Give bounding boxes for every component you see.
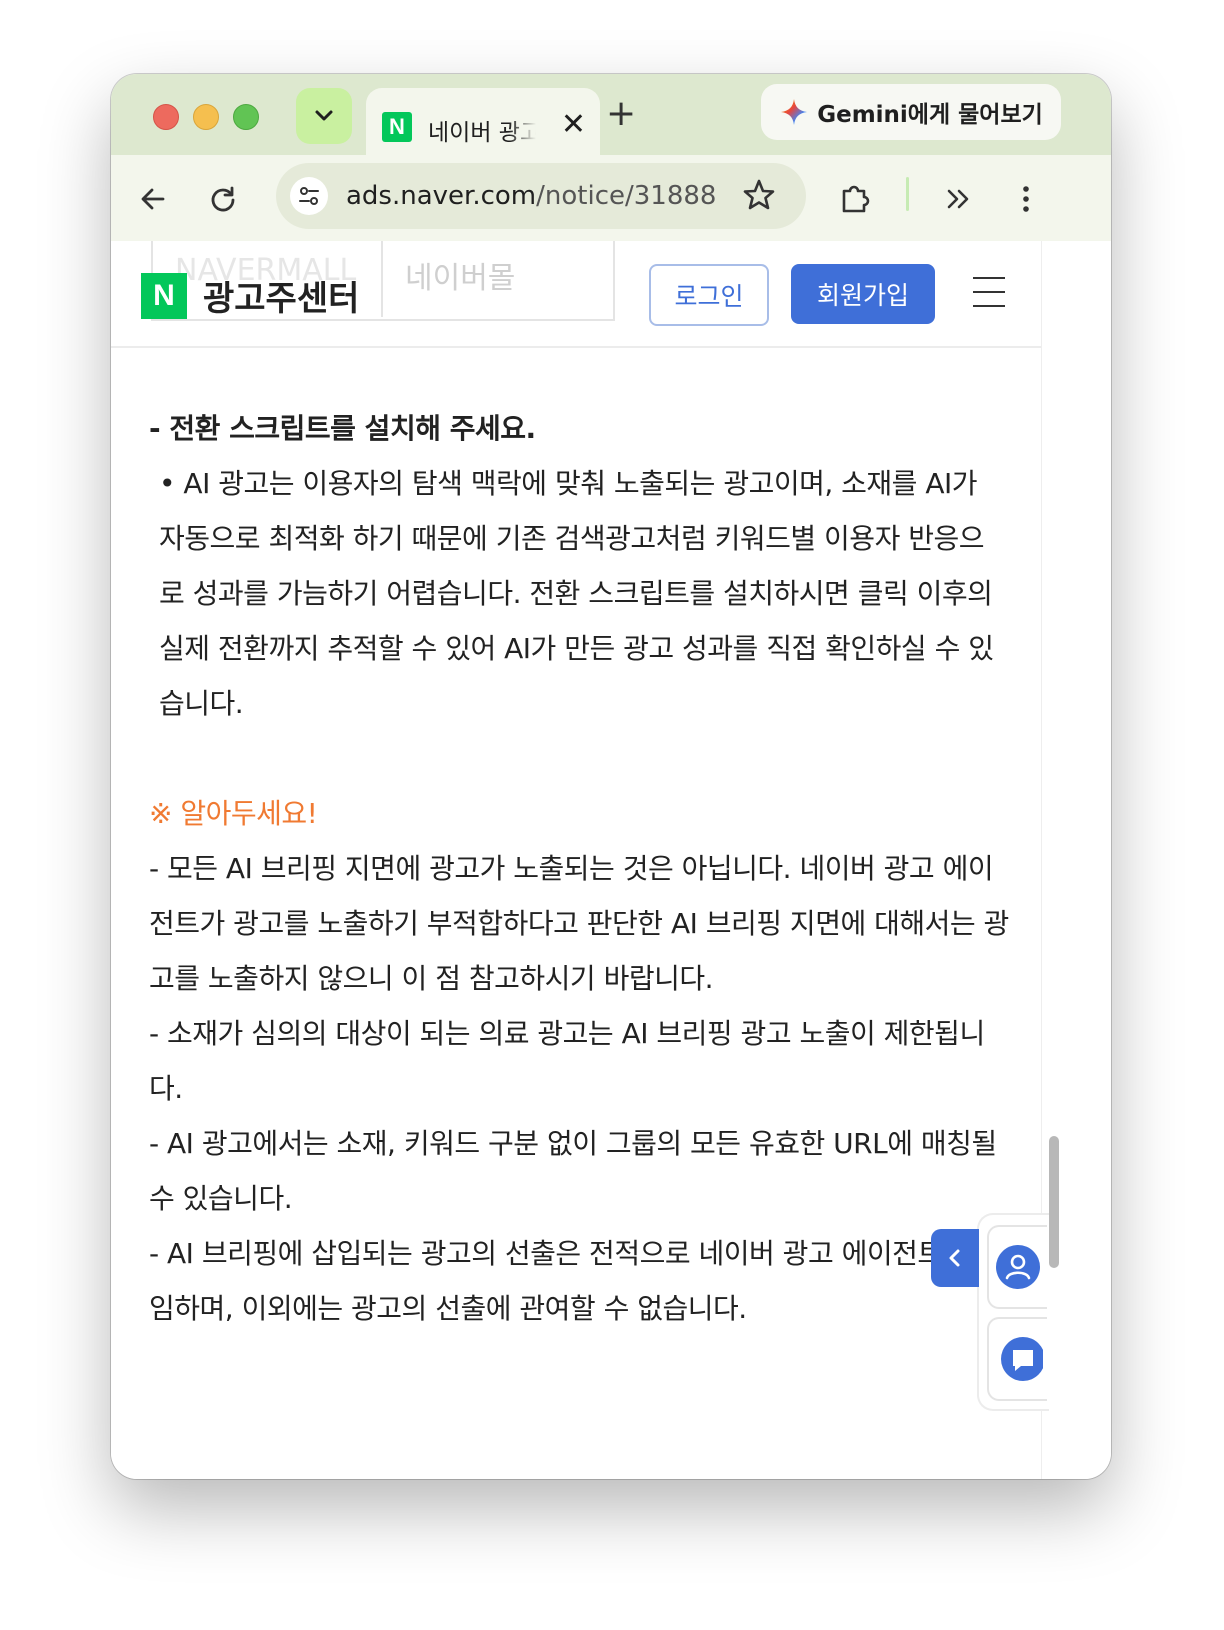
browser-window: N 네이버 광고 ✕ + Gemini에게 물어보기 ads.naver.com… (111, 74, 1111, 1479)
close-tab-icon[interactable]: ✕ (561, 110, 586, 140)
back-button[interactable] (131, 177, 175, 221)
gemini-button[interactable]: Gemini에게 물어보기 (761, 84, 1061, 140)
minimize-window-button[interactable] (193, 104, 219, 130)
page-viewport: NAVERMALL 네이버몰 N 광고주센터 로그인 회원가입 - 전환 스크립… (111, 241, 1111, 1479)
tab-search-button[interactable] (296, 88, 352, 144)
kebab-menu-icon (1023, 186, 1029, 212)
browser-toolbar: ads.naver.com/notice/31888 (111, 155, 1111, 242)
puzzle-icon (842, 185, 870, 213)
address-bar[interactable]: ads.naver.com/notice/31888 (276, 163, 806, 229)
arrow-left-icon (141, 188, 165, 210)
hamburger-menu-icon[interactable] (973, 277, 1005, 309)
floating-side-panel (977, 1213, 1049, 1411)
url-text: ads.naver.com/notice/31888 (346, 181, 716, 211)
note-item: - 소재가 심의의 대상이 되는 의료 광고는 AI 브리핑 광고 노출이 제한… (149, 1017, 985, 1105)
tab-title: 네이버 광고 (428, 120, 536, 146)
tab-strip: N 네이버 광고 ✕ + Gemini에게 물어보기 (111, 74, 1111, 156)
collapse-panel-button[interactable] (931, 1229, 979, 1287)
notice-title: ※ 알아두세요! (149, 797, 318, 830)
reload-button[interactable] (201, 177, 245, 221)
chevron-left-icon (949, 1249, 960, 1267)
site-settings-icon[interactable] (290, 177, 328, 215)
double-chevron-right-icon (947, 189, 969, 209)
section-heading: - 전환 스크립트를 설치해 주세요. (149, 412, 536, 445)
signup-button[interactable]: 회원가입 (791, 264, 935, 324)
new-tab-button[interactable]: + (606, 94, 636, 134)
more-tools-button[interactable] (936, 177, 980, 221)
note-item: - AI 브리핑에 삽입되는 광고의 선출은 전적으로 네이버 광고 에이전트가… (149, 1237, 1002, 1325)
site-title[interactable]: 광고주센터 (203, 271, 359, 320)
note-item: - 모든 AI 브리핑 지면에 광고가 노출되는 것은 아닙니다. 네이버 광고… (149, 852, 1009, 995)
gemini-sparkle-icon (781, 99, 808, 125)
gemini-label: Gemini에게 물어보기 (817, 102, 1043, 128)
login-button[interactable]: 로그인 (649, 264, 769, 326)
bookmark-star-icon[interactable] (741, 177, 777, 217)
reload-icon (211, 186, 235, 212)
user-icon (996, 1245, 1040, 1289)
tab-active[interactable]: N 네이버 광고 ✕ (366, 88, 600, 156)
naver-favicon-icon: N (382, 112, 412, 142)
url-path: /notice/31888 (536, 181, 717, 211)
scrollbar-thumb[interactable] (1049, 1136, 1059, 1268)
toolbar-divider (906, 177, 909, 211)
close-window-button[interactable] (153, 104, 179, 130)
menu-button[interactable] (1004, 177, 1048, 221)
notice-body: - 전환 스크립트를 설치해 주세요. • AI 광고는 이용자의 탐색 맥락에… (149, 401, 1009, 1336)
bullet-paragraph: • AI 광고는 이용자의 탐색 맥락에 맞춰 노출되는 광고이며, 소재를 A… (159, 467, 994, 720)
url-host: ads.naver.com (346, 181, 537, 211)
zoom-window-button[interactable] (233, 104, 259, 130)
note-item: - AI 광고에서는 소재, 키워드 구분 없이 그룹의 모든 유효한 URL에… (149, 1127, 997, 1215)
chevron-down-icon (315, 110, 333, 121)
chat-bubble-icon (1001, 1337, 1043, 1381)
site-header: NAVERMALL 네이버몰 N 광고주센터 로그인 회원가입 (111, 241, 1044, 348)
ghost-text-right: 네이버몰 (405, 261, 516, 296)
extensions-button[interactable] (833, 177, 877, 221)
naver-logo-icon[interactable]: N (141, 273, 187, 319)
ghost-separator (381, 241, 383, 317)
profile-button[interactable] (987, 1225, 1047, 1309)
chat-button[interactable] (987, 1317, 1047, 1401)
